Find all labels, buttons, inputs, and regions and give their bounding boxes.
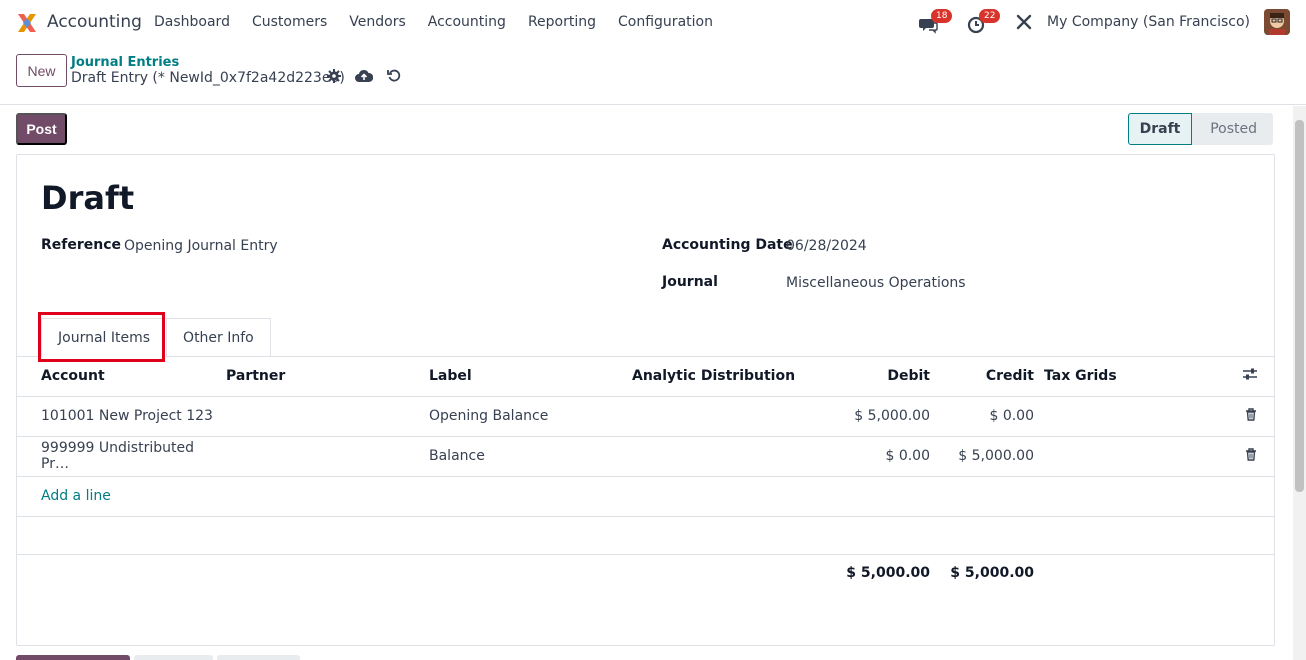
chatter-activities-button[interactable] — [217, 655, 300, 660]
optional-columns-toggle[interactable] — [1207, 357, 1274, 397]
col-debit[interactable]: Debit — [802, 357, 930, 397]
main-menu: Dashboard Customers Vendors Accounting R… — [154, 14, 735, 30]
activities-button[interactable]: 22 — [967, 9, 1001, 34]
top-navbar: Accounting Dashboard Customers Vendors A… — [0, 0, 1306, 46]
table-header-row: Account Partner Label Analytic Distribut… — [17, 357, 1274, 397]
cell-partner[interactable] — [226, 436, 429, 477]
menu-vendors[interactable]: Vendors — [349, 14, 405, 30]
scrollbar-thumb[interactable] — [1295, 120, 1304, 492]
journal-items-table: Account Partner Label Analytic Distribut… — [17, 357, 1274, 592]
record-actions — [327, 69, 401, 83]
menu-customers[interactable]: Customers — [252, 14, 327, 30]
cell-partner[interactable] — [226, 396, 429, 437]
stage-posted[interactable]: Posted — [1191, 113, 1273, 145]
cloud-upload-icon[interactable] — [355, 69, 373, 83]
cell-credit[interactable]: $ 5,000.00 — [930, 436, 1034, 477]
activities-badge: 22 — [979, 9, 1001, 23]
col-tax-grids[interactable]: Tax Grids — [1034, 357, 1208, 397]
add-a-line-link[interactable]: Add a line — [41, 488, 111, 504]
delete-row-button[interactable] — [1207, 436, 1274, 477]
gear-icon[interactable] — [327, 69, 341, 83]
menu-dashboard[interactable]: Dashboard — [154, 14, 230, 30]
breadcrumb-journal-entries[interactable]: Journal Entries — [71, 55, 179, 70]
post-button[interactable]: Post — [16, 113, 67, 145]
highlight-box — [38, 312, 165, 362]
cell-tax-grids[interactable] — [1034, 396, 1208, 437]
add-line-row: Add a line — [17, 476, 1274, 517]
total-credit: $ 5,000.00 — [950, 565, 1034, 582]
cell-analytic[interactable] — [632, 436, 802, 477]
chatter-log-note-button[interactable] — [134, 655, 213, 660]
cell-label[interactable]: Balance — [429, 436, 632, 477]
cell-account[interactable]: 999999 Undistributed Pr… — [17, 436, 226, 477]
form-sheet: Draft Reference Opening Journal Entry Ac… — [16, 154, 1275, 646]
user-avatar[interactable] — [1264, 9, 1290, 35]
app-name[interactable]: Accounting — [47, 12, 142, 32]
accounting-date-field[interactable]: 06/28/2024 — [786, 238, 867, 254]
cell-analytic[interactable] — [632, 396, 802, 437]
record-title: Draft — [41, 179, 135, 217]
totals-row: $ 5,000.00 $ 5,000.00 — [17, 554, 1274, 592]
tab-other-info[interactable]: Other Info — [166, 318, 271, 357]
cell-debit[interactable]: $ 0.00 — [802, 436, 930, 477]
cell-label[interactable]: Opening Balance — [429, 396, 632, 437]
control-panel-divider — [0, 104, 1306, 105]
sliders-icon — [1243, 368, 1257, 380]
empty-row — [17, 516, 1274, 555]
trash-icon — [1246, 447, 1256, 461]
col-credit[interactable]: Credit — [930, 357, 1034, 397]
stage-draft[interactable]: Draft — [1128, 113, 1192, 145]
cell-debit[interactable]: $ 5,000.00 — [802, 396, 930, 437]
delete-row-button[interactable] — [1207, 396, 1274, 437]
trash-icon — [1246, 407, 1256, 421]
accounting-date-label: Accounting Date — [662, 237, 793, 253]
total-debit: $ 5,000.00 — [846, 565, 930, 582]
reference-label: Reference — [41, 237, 122, 253]
col-label[interactable]: Label — [429, 357, 632, 397]
chatter-send-message-button[interactable] — [16, 655, 130, 660]
col-account[interactable]: Account — [17, 357, 226, 397]
messages-button[interactable]: 18 — [919, 9, 953, 34]
journal-field[interactable]: Miscellaneous Operations — [786, 275, 966, 291]
cell-credit[interactable]: $ 0.00 — [930, 396, 1034, 437]
breadcrumb-current: Draft Entry (* NewId_0x7f2a42d223e0) — [71, 70, 345, 86]
table-row[interactable]: 999999 Undistributed Pr… Balance $ 0.00 … — [17, 436, 1274, 477]
reference-field[interactable]: Opening Journal Entry — [124, 238, 278, 254]
systray: 18 22 My Company (San Francisco) — [919, 9, 1290, 35]
discard-icon[interactable] — [387, 69, 401, 83]
messages-badge: 18 — [931, 9, 953, 23]
status-bar: Draft Posted — [1128, 113, 1273, 145]
col-partner[interactable]: Partner — [226, 357, 429, 397]
new-button[interactable]: New — [16, 54, 67, 87]
col-analytic[interactable]: Analytic Distribution — [632, 357, 802, 397]
table-row[interactable]: 101001 New Project 123 Opening Balance $… — [17, 396, 1274, 437]
company-switcher[interactable]: My Company (San Francisco) — [1047, 14, 1250, 30]
accounting-app-icon[interactable] — [16, 12, 38, 34]
cell-tax-grids[interactable] — [1034, 436, 1208, 477]
tools-icon[interactable] — [1015, 13, 1033, 31]
menu-accounting[interactable]: Accounting — [428, 14, 506, 30]
journal-label: Journal — [662, 274, 718, 290]
cell-account[interactable]: 101001 New Project 123 — [17, 396, 226, 437]
menu-reporting[interactable]: Reporting — [528, 14, 596, 30]
menu-configuration[interactable]: Configuration — [618, 14, 713, 30]
